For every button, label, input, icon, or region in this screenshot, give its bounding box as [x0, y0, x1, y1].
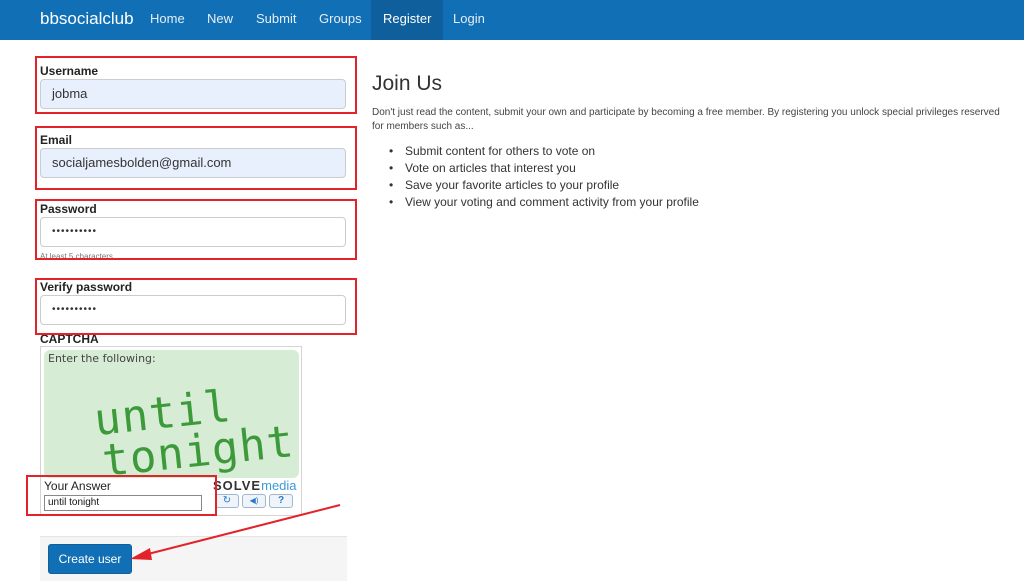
benefit-item: Submit content for others to vote on — [389, 143, 699, 160]
captcha-prompt: Enter the following: — [48, 352, 156, 365]
benefit-item: Vote on articles that interest you — [389, 160, 699, 177]
nav-groups[interactable]: Groups — [307, 0, 374, 40]
captcha-label: CAPTCHA — [40, 332, 99, 346]
benefit-item: View your voting and comment activity fr… — [389, 194, 699, 211]
password-label: Password — [40, 202, 97, 216]
username-label: Username — [40, 64, 99, 78]
captcha-audio-icon[interactable]: ◀) — [242, 494, 266, 508]
nav-submit[interactable]: Submit — [244, 0, 308, 40]
captcha-answer-label: Your Answer — [44, 479, 111, 493]
nav-login[interactable]: Login — [441, 0, 497, 40]
join-title: Join Us — [372, 72, 443, 95]
nav-register[interactable]: Register — [371, 0, 444, 40]
nav-home[interactable]: Home — [138, 0, 197, 40]
password-help-text: At least 5 characters — [40, 252, 113, 261]
password-input[interactable]: •••••••••• — [40, 217, 346, 247]
email-input[interactable]: socialjamesbolden@gmail.com — [40, 148, 346, 178]
email-label: Email — [40, 133, 73, 147]
captcha-refresh-icon[interactable]: ↻ — [215, 494, 239, 508]
benefits-list: Submit content for others to vote on Vot… — [389, 143, 699, 211]
create-user-button[interactable]: Create user — [48, 544, 132, 574]
solve-media-logo-solve: SOLVE — [213, 478, 262, 493]
verify-password-label: Verify password — [40, 280, 133, 294]
verify-password-input[interactable]: •••••••••• — [40, 295, 346, 325]
nav-new[interactable]: New — [195, 0, 245, 40]
benefit-item: Save your favorite articles to your prof… — [389, 177, 699, 194]
captcha-widget: Enter the following: until tonight Your … — [40, 346, 302, 516]
username-input[interactable]: jobma — [40, 79, 346, 109]
captcha-help-icon[interactable]: ? — [269, 494, 293, 508]
captcha-image: Enter the following: until tonight — [44, 350, 299, 478]
join-description: Don't just read the content, submit your… — [372, 107, 1000, 132]
solve-media-logo: SOLVEmedia — [213, 478, 297, 493]
captcha-answer-input[interactable]: until tonight — [44, 495, 202, 511]
brand-logo[interactable]: bbsocialclub — [40, 0, 134, 40]
solve-media-logo-media: media — [261, 478, 297, 493]
top-navbar: bbsocialclub Home New Submit Groups Regi… — [0, 0, 1024, 40]
